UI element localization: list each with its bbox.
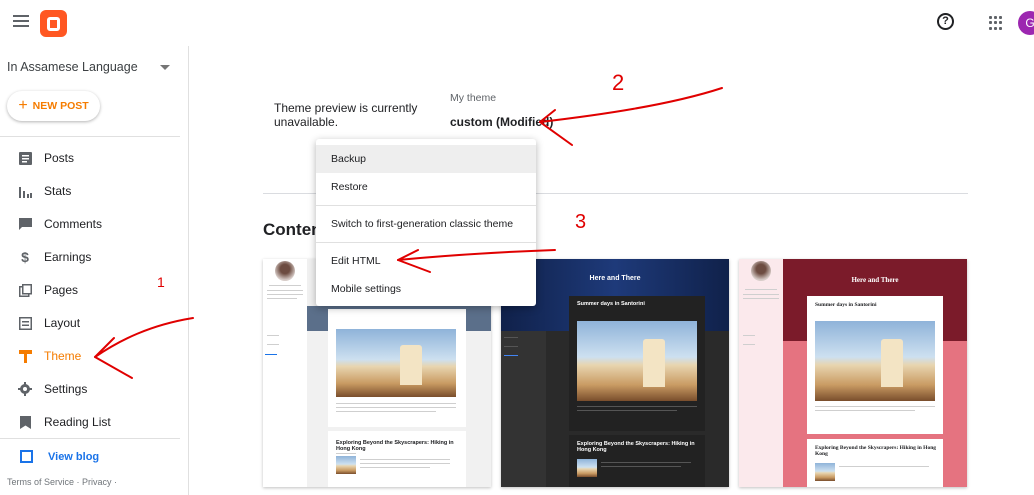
- sidebar-divider: [0, 136, 180, 137]
- blogger-logo-icon[interactable]: [40, 10, 67, 37]
- reading-list-icon: [18, 415, 32, 429]
- plus-icon: +: [18, 97, 28, 114]
- thumbnail-post-card: Summer days in Santorini: [569, 296, 705, 431]
- thumbnail-post-title: Summer days in Santorini: [577, 301, 645, 307]
- sidebar: In Assamese Language + NEW POST Posts St…: [0, 46, 189, 495]
- top-bar: ? G: [0, 0, 1034, 46]
- menu-item-edit-html[interactable]: Edit HTML: [316, 247, 536, 275]
- menu-item-switch-classic[interactable]: Switch to first-generation classic theme: [316, 210, 536, 238]
- arrow-to-my-theme: [539, 87, 723, 123]
- sidebar-item-label: Earnings: [44, 250, 92, 264]
- sidebar-item-label: Comments: [44, 217, 103, 231]
- new-post-label: NEW POST: [32, 100, 89, 112]
- settings-icon: [18, 382, 32, 396]
- thumbnail-sidebar: [501, 331, 546, 487]
- sidebar-item-comments[interactable]: Comments: [18, 214, 102, 234]
- theme-actions-menu: Backup Restore Switch to first-generatio…: [316, 139, 536, 306]
- content-section-title: Conten: [263, 220, 322, 239]
- thumbnail-post-card: Exploring Beyond the Skyscrapers: Hiking…: [328, 431, 466, 487]
- sidebar-item-pages[interactable]: Pages: [18, 280, 78, 300]
- thumbnail-post-card: Exploring Beyond the Skyscrapers: Hiking…: [569, 435, 705, 487]
- sidebar-item-theme[interactable]: Theme: [18, 346, 81, 366]
- sidebar-item-label: Posts: [44, 151, 75, 165]
- apps-grid-icon[interactable]: [989, 16, 1003, 30]
- sidebar-divider: [0, 438, 180, 439]
- thumbnail-sidebar: [739, 259, 783, 487]
- footer-links[interactable]: Terms of Service · Privacy ·: [7, 477, 117, 487]
- thumbnail-blog-title: Here and There: [851, 276, 899, 284]
- layout-icon: [18, 316, 32, 330]
- thumbnail-post-card: [328, 309, 466, 427]
- theme-icon: [18, 349, 32, 363]
- sidebar-item-settings[interactable]: Settings: [18, 379, 87, 399]
- sidebar-item-stats[interactable]: Stats: [18, 181, 71, 201]
- hamburger-menu-icon[interactable]: [13, 15, 29, 29]
- open-external-icon: [20, 450, 33, 463]
- help-circle-icon[interactable]: ?: [937, 13, 954, 30]
- thumbnail-post-card: Summer days in Santorini: [807, 296, 943, 434]
- sidebar-item-label: Layout: [44, 316, 81, 330]
- annotation-mark-2: 2: [612, 70, 624, 95]
- menu-item-mobile-settings[interactable]: Mobile settings: [316, 275, 536, 303]
- thumbnail-post-title: Summer days in Santorini: [815, 302, 877, 308]
- thumbnail-post-title: Exploring Beyond the Skyscrapers: Hiking…: [815, 445, 937, 457]
- thumbnail-avatar: [751, 261, 771, 281]
- thumbnail-post-title: Exploring Beyond the Skyscrapers: Hiking…: [577, 441, 695, 453]
- sidebar-item-label: Pages: [44, 283, 79, 297]
- stats-icon: [18, 184, 32, 198]
- view-blog-link[interactable]: View blog: [20, 450, 99, 463]
- dropdown-arrow-icon[interactable]: [160, 65, 170, 70]
- thumbnail-post-card: Exploring Beyond the Skyscrapers: Hiking…: [807, 439, 943, 487]
- blog-selector[interactable]: In Assamese Language: [7, 60, 138, 74]
- posts-icon: [18, 151, 32, 165]
- pages-icon: [18, 283, 32, 297]
- thumbnail-post-title: Exploring Beyond the Skyscrapers: Hiking…: [336, 440, 454, 452]
- comments-icon: [18, 217, 32, 231]
- sidebar-item-label: Settings: [44, 382, 88, 396]
- annotation-mark-3: 3: [575, 211, 586, 233]
- my-theme-name: custom (Modified): [450, 115, 554, 129]
- sidebar-item-label: Theme: [44, 349, 82, 363]
- my-theme-label: My theme: [450, 92, 497, 104]
- theme-thumbnail-soho[interactable]: Here and There Summer days in Santorini …: [739, 259, 967, 487]
- new-post-button[interactable]: + NEW POST: [7, 91, 100, 121]
- sidebar-item-reading-list[interactable]: Reading List: [18, 412, 111, 432]
- sidebar-item-posts[interactable]: Posts: [18, 148, 74, 168]
- sidebar-item-label: Stats: [44, 184, 72, 198]
- menu-item-restore[interactable]: Restore: [316, 173, 536, 201]
- thumbnail-avatar: [275, 261, 295, 281]
- theme-preview-unavailable-text: Theme preview is currently unavailable.: [274, 101, 418, 129]
- sidebar-item-layout[interactable]: Layout: [18, 313, 80, 333]
- thumbnail-sidebar: [263, 259, 307, 487]
- sidebar-item-label: Reading List: [44, 415, 111, 429]
- sidebar-item-earnings[interactable]: $ Earnings: [18, 247, 91, 267]
- earnings-icon: $: [21, 249, 29, 265]
- avatar[interactable]: G: [1018, 11, 1034, 35]
- menu-item-backup[interactable]: Backup: [316, 145, 536, 173]
- menu-divider: [316, 205, 536, 206]
- menu-divider: [316, 242, 536, 243]
- view-blog-label: View blog: [48, 450, 100, 463]
